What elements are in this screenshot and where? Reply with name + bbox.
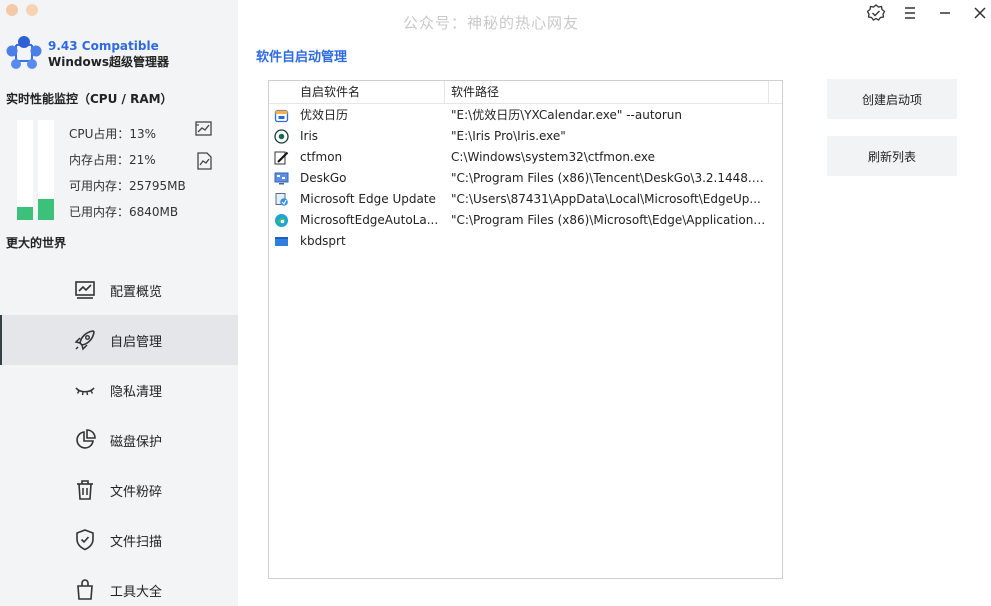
- desktop-icon: [274, 172, 289, 185]
- available-memory: 可用内存：25795MB: [69, 179, 186, 193]
- list-item[interactable]: MicrosoftEdgeAutoLa... "C:\Program Files…: [269, 210, 782, 231]
- pie-chart-icon: [76, 429, 96, 449]
- startup-name: Iris: [300, 129, 319, 143]
- sidebar-item-label: 隐私清理: [110, 384, 163, 400]
- stats-list: CPU占用：13% 内存占用：21% 可用内存：25795MB 已用内存：684…: [69, 126, 186, 230]
- sidebar-item-scan[interactable]: 文件扫描: [0, 515, 238, 565]
- startup-name: MicrosoftEdgeAutoLa...: [300, 213, 439, 227]
- startup-path: "E:\Iris Pro\Iris.exe": [451, 129, 566, 143]
- startup-name: 优效日历: [300, 108, 349, 122]
- cpu-usage: CPU占用：13%: [69, 127, 157, 141]
- startup-path: [451, 231, 767, 252]
- memory-usage: 内存占用：21%: [69, 153, 156, 167]
- close-icon[interactable]: [970, 4, 990, 22]
- calendar-icon: [274, 109, 289, 123]
- startup-name: Microsoft Edge Update: [300, 192, 436, 206]
- window-dot[interactable]: [6, 4, 18, 16]
- trash-icon: [77, 480, 93, 500]
- sidebar: 9.43 Compatible Windows超级管理器 实时性能监控（CPU …: [0, 0, 238, 606]
- brand-name: Windows超级管理器: [48, 55, 169, 69]
- list-item[interactable]: DeskGo "C:\Program Files (x86)\Tencent\D…: [269, 168, 782, 189]
- used-memory: 已用内存：6840MB: [69, 205, 179, 219]
- menu-icon[interactable]: [900, 4, 920, 22]
- sidebar-item-shredder[interactable]: 文件粉碎: [0, 465, 238, 515]
- sidebar-item-label: 磁盘保护: [110, 434, 163, 450]
- brand-version: 9.43 Compatible: [48, 39, 159, 53]
- list-item[interactable]: kbdsprt: [269, 231, 782, 252]
- window-dots: [6, 4, 38, 16]
- window-dot[interactable]: [26, 4, 38, 16]
- startup-name: ctfmon: [300, 150, 343, 164]
- verified-badge-icon[interactable]: [866, 4, 886, 22]
- list-item[interactable]: Iris "E:\Iris Pro\Iris.exe": [269, 126, 782, 147]
- list-header: 自启软件名 软件路径: [269, 81, 782, 104]
- monitor-report-icon[interactable]: [194, 152, 214, 170]
- sidebar-item-privacy[interactable]: 隐私清理: [0, 365, 238, 415]
- sidebar-item-label: 文件粉碎: [110, 484, 163, 500]
- list-item[interactable]: 优效日历 "E:\优效日历\YXCalendar.exe" --autorun: [269, 105, 782, 126]
- bag-icon: [77, 579, 93, 600]
- list-item[interactable]: ctfmon C:\Windows\system32\ctfmon.exe: [269, 147, 782, 168]
- monitor-chart-icon[interactable]: [194, 120, 214, 138]
- monitor-title: 实时性能监控（CPU / RAM）: [6, 92, 173, 106]
- app-window: 9.43 Compatible Windows超级管理器 实时性能监控（CPU …: [0, 0, 991, 606]
- eye-closed-icon: [75, 387, 95, 396]
- minimize-icon[interactable]: [935, 4, 955, 22]
- startup-path: "C:\Program Files (x86)\Microsoft\Edge\A…: [451, 213, 767, 227]
- sidebar-item-label: 自启管理: [110, 334, 163, 350]
- sidebar-item-label: 配置概览: [110, 284, 163, 300]
- startup-list: 自启软件名 软件路径 优效日历 "E:\优效日历\YXCalendar.exe"…: [268, 80, 783, 579]
- column-header-path[interactable]: 软件路径: [445, 81, 769, 103]
- rocket-icon: [74, 330, 95, 351]
- brand: 9.43 Compatible Windows超级管理器: [48, 39, 169, 70]
- memory-meter: [38, 120, 54, 220]
- startup-path: "C:\Users\87431\AppData\Local\Microsoft\…: [451, 192, 761, 206]
- window-icon: [275, 237, 288, 246]
- watermark: 公众号：神秘的热心网友: [403, 14, 580, 32]
- list-item[interactable]: Microsoft Edge Update "C:\Users\87431\Ap…: [269, 189, 782, 210]
- sidebar-item-label: 文件扫描: [110, 534, 163, 550]
- sidebar-item-overview[interactable]: 配置概览: [0, 265, 238, 315]
- installer-icon: [275, 193, 288, 206]
- sidebar-item-startup[interactable]: 自启管理: [0, 315, 238, 365]
- cpu-meter: [17, 120, 33, 220]
- cpu-meter-fill: [17, 207, 33, 220]
- edge-icon: [275, 214, 288, 227]
- chart-icon: [75, 281, 95, 299]
- eye-icon: [274, 129, 289, 144]
- create-startup-button[interactable]: 创建启动项: [827, 79, 957, 119]
- memory-meter-fill: [38, 199, 54, 220]
- page-title: 软件自启动管理: [256, 50, 348, 65]
- sidebar-nav: 配置概览 自启管理 隐私清理 磁盘保护 文件粉碎 文件扫描 工具大全: [0, 265, 238, 606]
- column-header-name[interactable]: 自启软件名: [294, 81, 445, 103]
- shield-check-icon: [76, 529, 94, 551]
- sidebar-item-disk[interactable]: 磁盘保护: [0, 415, 238, 465]
- startup-name: DeskGo: [300, 171, 347, 185]
- startup-path: C:\Windows\system32\ctfmon.exe: [451, 150, 656, 164]
- startup-path: "E:\优效日历\YXCalendar.exe" --autorun: [451, 108, 683, 122]
- sidebar-item-label: 工具大全: [110, 584, 163, 600]
- tagline: 更大的世界: [6, 236, 67, 250]
- startup-path: "C:\Program Files (x86)\Tencent\DeskGo\3…: [451, 171, 767, 185]
- refresh-list-button[interactable]: 刷新列表: [827, 136, 957, 176]
- startup-name: kbdsprt: [300, 234, 346, 248]
- pen-icon: [274, 151, 289, 165]
- sidebar-item-tools[interactable]: 工具大全: [0, 565, 238, 606]
- app-logo-icon: [6, 36, 42, 69]
